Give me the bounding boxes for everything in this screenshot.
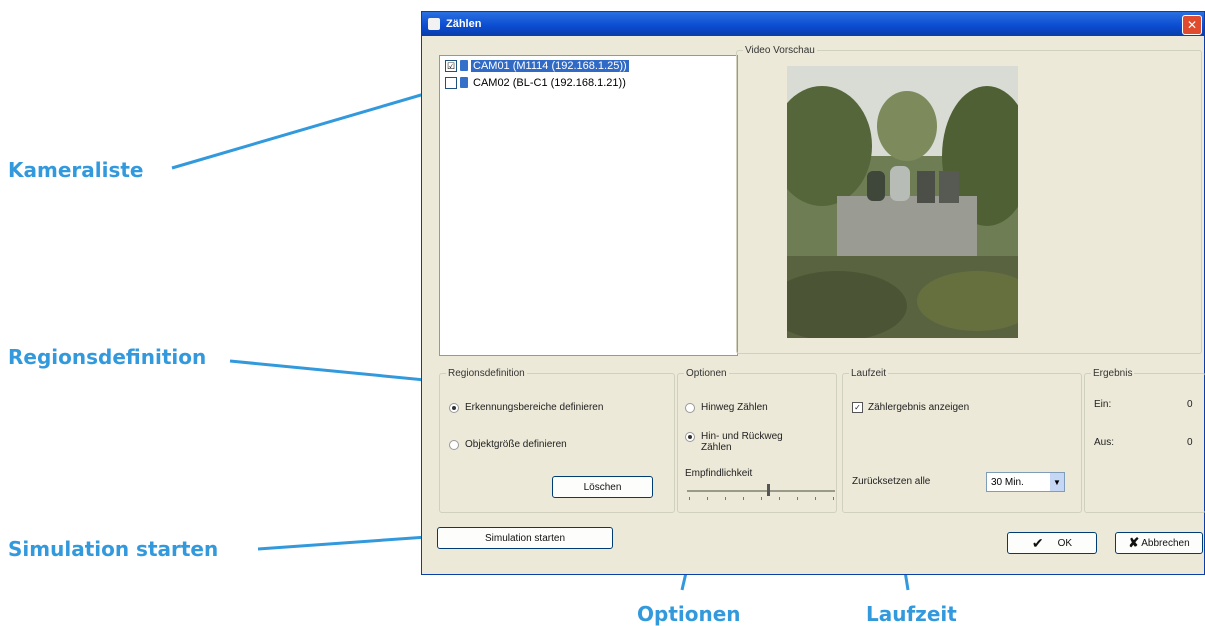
video-preview [787,66,1018,338]
reset-interval-select[interactable]: 30 Min. ▼ [986,472,1065,492]
slider-tick [707,497,708,500]
camera-item[interactable]: CAM02 (BL-C1 (192.168.1.21)) [440,75,737,90]
kameraliste-pointer [171,88,439,170]
slider-tick [743,497,744,500]
video-preview-legend: Video Vorschau [745,45,815,56]
close-icon: ✕ [1186,18,1198,32]
radio-unselected[interactable] [685,403,695,413]
result-legend: Ergebnis [1093,368,1133,379]
camera-checkbox[interactable] [445,76,457,89]
title-bar: Zählen [422,12,1204,36]
radio-selected[interactable] [685,432,695,442]
result-out-value: 0 [1187,437,1193,448]
cancel-label: Abbrechen [1141,537,1190,549]
slider-thumb[interactable] [767,484,770,496]
option-one-way[interactable]: Hinweg Zählen [685,402,768,413]
sensitivity-slider[interactable] [687,484,835,500]
delete-button[interactable]: Löschen [552,476,653,498]
dialog-title: Zählen [446,18,482,30]
slider-tick [779,497,780,500]
region-option-detection[interactable]: Erkennungsbereiche definieren [449,402,603,413]
cross-icon: ✘ [1128,535,1140,550]
close-button[interactable]: ✕ [1182,15,1202,35]
slider-track [687,490,835,492]
region-option-size-label: Objektgröße definieren [465,439,567,450]
reset-interval-value: 30 Min. [991,476,1024,488]
option-two-way[interactable]: Hin- und Rückweg Zählen [685,431,789,453]
camera-icon [460,77,468,88]
option-one-way-label: Hinweg Zählen [701,402,768,413]
camera-list[interactable]: ☑ CAM01 (M1114 (192.168.1.25)) CAM02 (BL… [439,55,738,356]
slider-tick [833,497,834,500]
camera-icon [460,60,468,71]
cancel-button[interactable]: ✘ Abbrechen [1115,532,1203,554]
radio-unselected[interactable] [449,440,459,450]
result-in-value: 0 [1187,399,1193,410]
reset-label: Zurücksetzen alle [852,476,931,487]
callout-simulation: Simulation starten [8,537,219,561]
preview-image [787,66,1018,338]
chevron-down-icon[interactable]: ▼ [1050,473,1064,491]
slider-tick [797,497,798,500]
region-definition-legend: Regionsdefinition [448,368,525,379]
camera-checkbox[interactable]: ☑ [445,59,457,72]
result-in-label: Ein: [1094,399,1112,410]
camera-label: CAM02 (BL-C1 (192.168.1.21)) [473,76,626,89]
slider-tick [815,497,816,500]
callout-regionsdefinition: Regionsdefinition [8,345,207,369]
slider-tick [725,497,726,500]
check-icon: ✔ [1031,534,1044,551]
ok-label: OK [1057,537,1073,549]
slider-tick [689,497,690,500]
options-legend: Optionen [686,368,727,379]
app-icon [428,18,440,30]
option-two-way-label: Hin- und Rückweg Zählen [701,431,783,453]
region-option-detection-label: Erkennungsbereiche definieren [465,402,604,413]
callout-kameraliste: Kameraliste [8,158,144,182]
radio-selected[interactable] [449,403,459,413]
camera-item[interactable]: ☑ CAM01 (M1114 (192.168.1.25)) [440,58,737,73]
slider-tick [761,497,762,500]
count-dialog: Zählen ✕ ☑ CAM01 (M1114 (192.168.1.25)) … [421,11,1205,575]
callout-laufzeit: Laufzeit [866,602,957,626]
check-icon[interactable]: ✓ [852,402,863,413]
ok-button[interactable]: ✔ OK [1007,532,1097,554]
callout-optionen: Optionen [637,602,741,626]
show-result-checkbox[interactable]: ✓ Zählergebnis anzeigen [852,402,969,413]
camera-label: CAM01 (M1114 (192.168.1.25)) [471,59,629,72]
runtime-legend: Laufzeit [851,368,887,379]
sensitivity-label: Empfindlichkeit [685,468,753,479]
region-option-size[interactable]: Objektgröße definieren [449,439,567,450]
simulation-start-button[interactable]: Simulation starten [437,527,613,549]
show-result-label: Zählergebnis anzeigen [868,402,970,413]
result-out-label: Aus: [1094,437,1115,448]
